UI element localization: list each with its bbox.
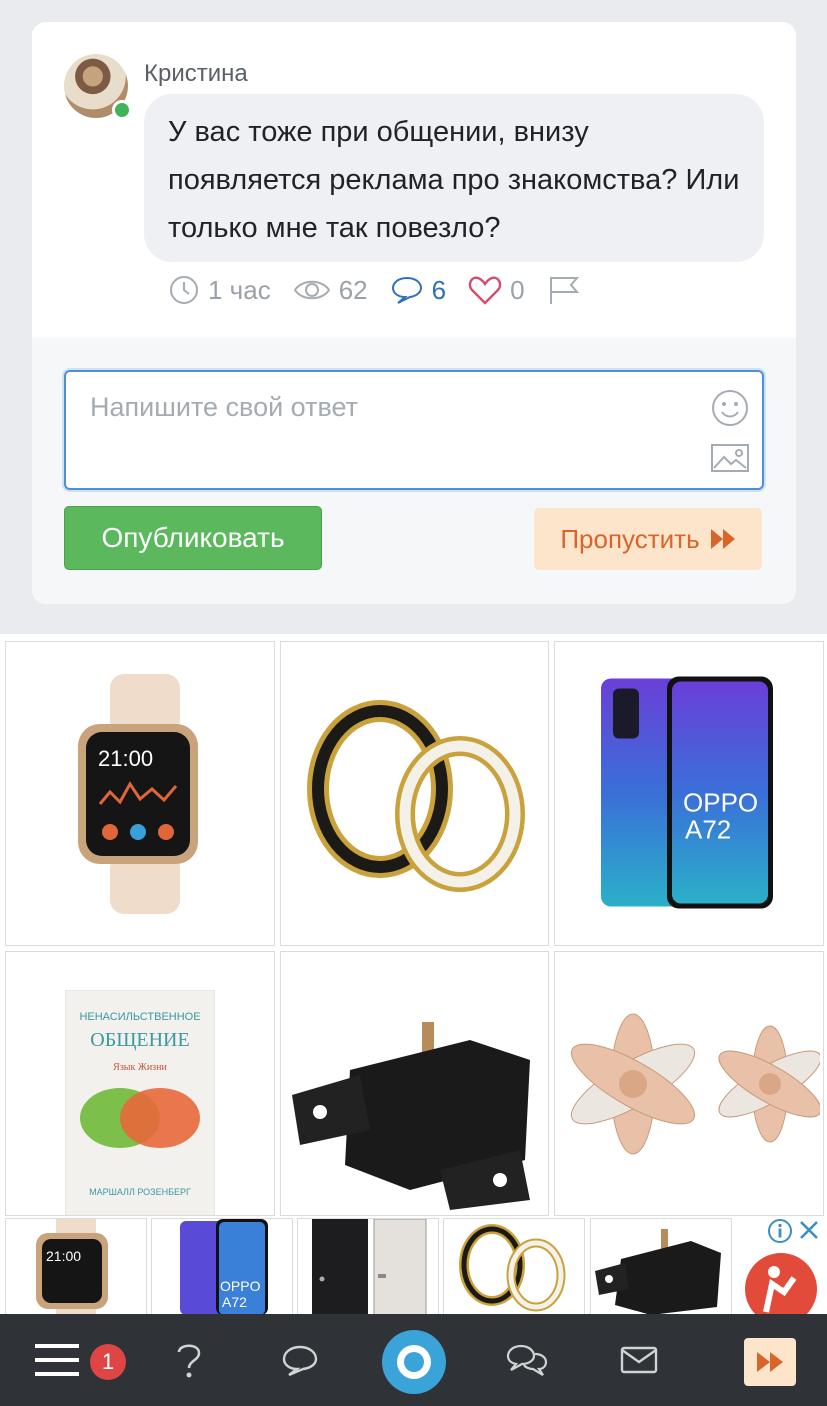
question-card: Кристина У вас тоже при общении, внизу п…: [32, 22, 796, 604]
ad-tile-book[interactable]: НЕНАСИЛЬСТВЕННОЕ ОБЩЕНИЕ Язык Жизни МАРШ…: [5, 951, 275, 1216]
online-status-icon: [112, 100, 132, 120]
svg-text:A72: A72: [222, 1294, 247, 1310]
svg-text:OPPO: OPPO: [683, 787, 758, 817]
ad-tile-smartphone[interactable]: OPPO A72: [554, 641, 824, 946]
comments-button[interactable]: 6: [390, 275, 446, 306]
ad-tile-earrings[interactable]: [554, 951, 824, 1216]
ad-info-icon[interactable]: [767, 1218, 793, 1244]
publish-button[interactable]: Опубликовать: [64, 506, 322, 570]
post-time: 1 час: [168, 274, 271, 306]
comment-icon: [391, 276, 422, 304]
engine-mount-image: [291, 1021, 530, 1210]
like-button[interactable]: 0: [468, 275, 525, 306]
strip-tile-door[interactable]: [297, 1218, 439, 1316]
heart-icon: [468, 276, 502, 305]
strip-tile-rings[interactable]: [443, 1218, 585, 1316]
svg-text:ОБЩЕНИЕ: ОБЩЕНИЕ: [90, 1029, 189, 1051]
notification-badge[interactable]: 1: [90, 1344, 126, 1380]
door-image: [312, 1219, 427, 1315]
svg-text:A72: A72: [685, 814, 731, 844]
flag-icon: [549, 277, 579, 304]
fast-forward-icon: [757, 1352, 783, 1372]
earrings-image: [570, 1013, 820, 1154]
svg-text:Язык Жизни: Язык Жизни: [113, 1062, 167, 1073]
message-text: У вас тоже при общении, внизу появляется…: [168, 116, 740, 244]
strip-tile-engine-mount[interactable]: [590, 1218, 732, 1316]
fast-forward-icon: [710, 529, 735, 549]
question-icon: [177, 1344, 201, 1378]
strip-tile-smartwatch[interactable]: 21:00: [5, 1218, 147, 1316]
strip-tile-smartphone[interactable]: OPPO A72: [151, 1218, 293, 1316]
rings-image: [459, 1224, 566, 1312]
ad-block: 21:00 OPPO A72 НЕНАСИЛЬСТВЕННОЕ ОБЩЕНИЕ …: [0, 634, 827, 1314]
reply-placeholder: Напишите свой ответ: [90, 392, 358, 422]
envelope-icon: [620, 1346, 658, 1374]
ask-question-button[interactable]: [170, 1314, 208, 1406]
post-section: Кристина У вас тоже при общении, внизу п…: [32, 22, 796, 338]
svg-text:НЕНАСИЛЬСТВЕННОЕ: НЕНАСИЛЬСТВЕННОЕ: [79, 1011, 200, 1023]
smartphone-image: OPPOA72: [180, 1219, 268, 1315]
svg-text:21:00: 21:00: [98, 746, 153, 771]
menu-icon: [35, 1344, 79, 1376]
rings-image: [306, 699, 525, 892]
nav-skip-button[interactable]: [744, 1338, 796, 1386]
home-button[interactable]: [382, 1330, 446, 1394]
menu-button[interactable]: [34, 1314, 80, 1406]
ad-tile-engine-mount[interactable]: [280, 951, 549, 1216]
ad-tile-smartwatch[interactable]: 21:00: [5, 641, 275, 946]
report-button[interactable]: [547, 274, 589, 306]
svg-text:OPPO: OPPO: [220, 1278, 261, 1294]
image-upload-icon[interactable]: [710, 442, 750, 474]
messages-nav-button[interactable]: [620, 1314, 658, 1406]
book-image: НЕНАСИЛЬСТВЕННОЕ ОБЩЕНИЕ Язык Жизни МАРШ…: [65, 989, 215, 1215]
chats-nav-button[interactable]: [504, 1314, 550, 1406]
smartphone-image: OPPO A72: [601, 676, 773, 908]
ad-logo-icon[interactable]: [744, 1252, 818, 1314]
comments-nav-button[interactable]: [280, 1314, 320, 1406]
reply-input[interactable]: Напишите свой ответ: [64, 370, 764, 490]
ad-tile-rings[interactable]: [280, 641, 549, 946]
smile-icon[interactable]: [710, 388, 750, 428]
message-bubble: У вас тоже при общении, внизу появляется…: [144, 94, 764, 262]
ad-close-icon[interactable]: [797, 1218, 821, 1242]
engine-mount-image: [595, 1229, 721, 1315]
home-logo-icon: [384, 1332, 444, 1392]
ad-strip: 21:00 OPPO A72: [0, 1216, 827, 1316]
eye-icon: [293, 280, 330, 300]
post-views: 62: [293, 275, 368, 306]
smartwatch-image: 21:00: [36, 1219, 108, 1315]
chats-icon: [506, 1344, 548, 1376]
post-meta: 1 час 62 6 0: [168, 272, 611, 308]
clock-icon: [170, 276, 198, 304]
svg-text:МАРШАЛЛ РОЗЕНБЕРГ: МАРШАЛЛ РОЗЕНБЕРГ: [89, 1187, 191, 1197]
author-name[interactable]: Кристина: [144, 60, 248, 88]
svg-text:21:00: 21:00: [46, 1248, 81, 1264]
skip-button[interactable]: Пропустить: [534, 508, 762, 570]
smartwatch-image: 21:00: [78, 673, 198, 914]
comment-icon: [282, 1345, 318, 1376]
